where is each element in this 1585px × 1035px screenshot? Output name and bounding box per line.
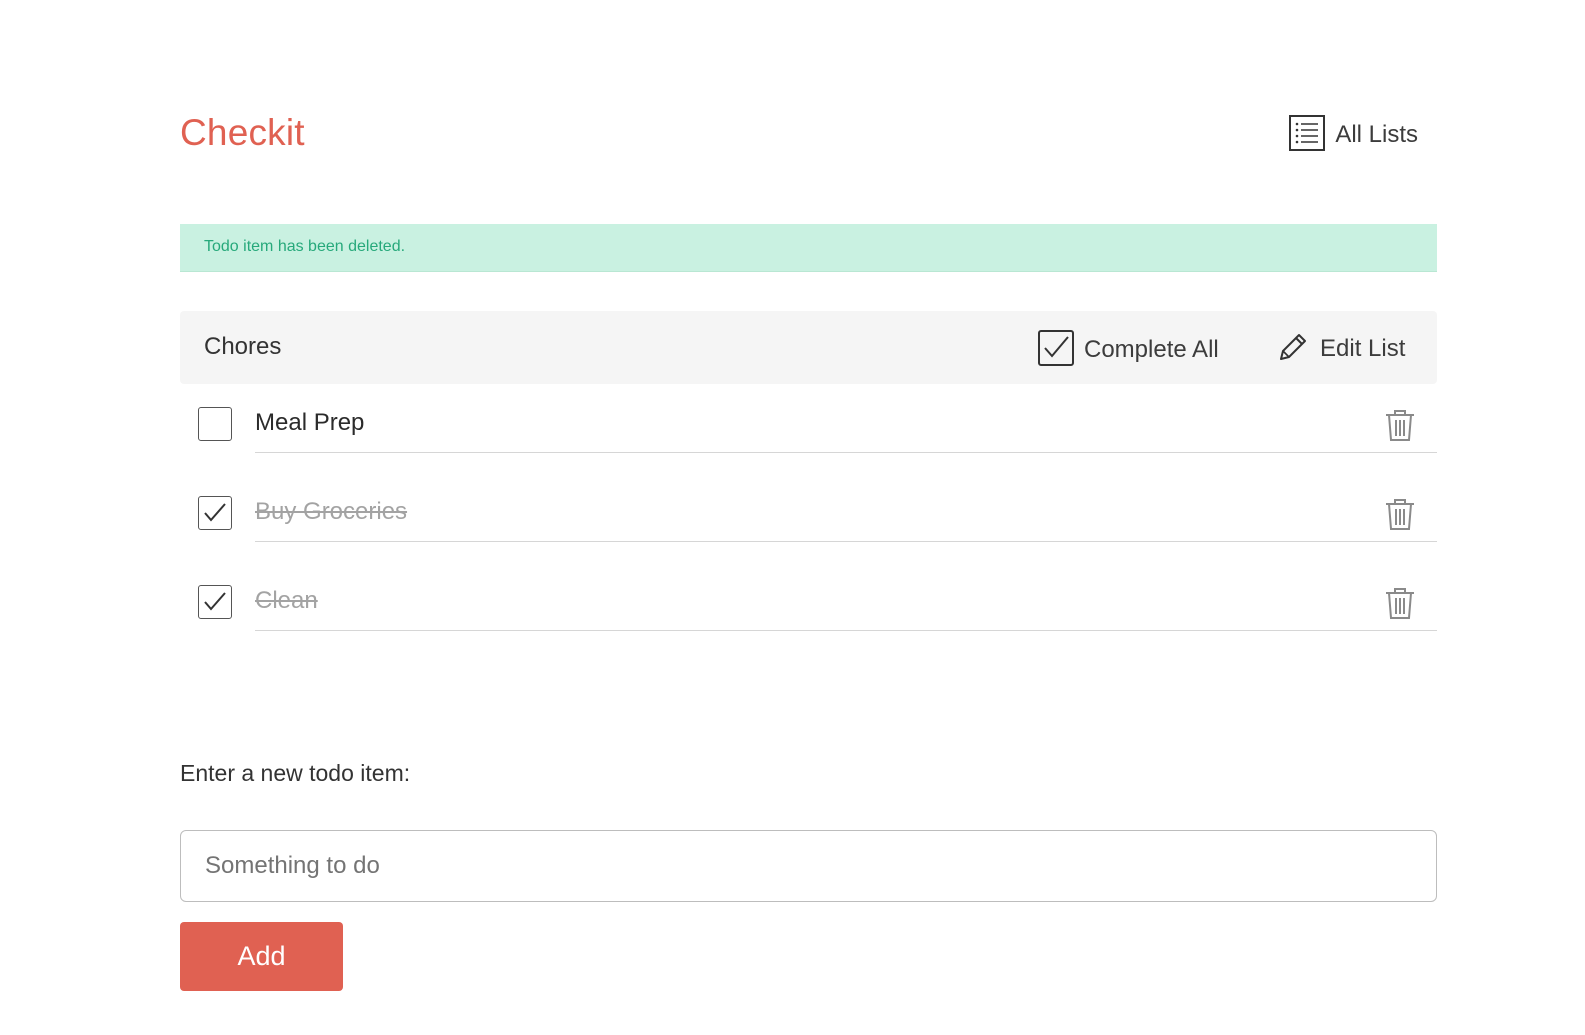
todo-item: Clean [180,583,1437,643]
trash-icon[interactable] [1385,587,1415,623]
checkmark-icon [204,592,226,611]
flash-message: Todo item has been deleted. [180,224,1437,272]
checkbox-checked-icon [1038,330,1074,370]
header: Checkit All Lists [180,108,1437,162]
todo-divider [255,630,1437,631]
brand-logo[interactable]: Checkit [180,108,305,158]
edit-list-button[interactable]: Edit List [1276,330,1405,368]
todo-item: Buy Groceries [180,494,1437,554]
todo-checkbox[interactable] [198,585,232,619]
all-lists-label: All Lists [1335,121,1418,148]
add-button[interactable]: Add [180,922,343,991]
complete-all-label: Complete All [1084,336,1219,363]
todo-divider [255,452,1437,453]
todo-item: Meal Prep [180,405,1437,465]
todo-divider [255,541,1437,542]
all-lists-link[interactable]: All Lists [1289,115,1418,155]
todo-checkbox[interactable] [198,407,232,441]
list-header: Chores Complete All Edit List [180,311,1437,384]
new-todo-label: Enter a new todo item: [180,760,411,786]
todo-title: Meal Prep [255,409,365,436]
new-todo-input[interactable] [180,830,1437,902]
todo-title: Clean [255,587,318,614]
pencil-icon [1276,330,1310,368]
todo-title: Buy Groceries [255,498,408,525]
checkmark-icon [204,503,226,522]
trash-icon[interactable] [1385,498,1415,534]
list-icon [1289,115,1326,155]
complete-all-button[interactable]: Complete All [1038,330,1219,370]
flash-message-text: Todo item has been deleted. [204,238,406,255]
list-title: Chores [204,333,282,360]
edit-list-label: Edit List [1320,335,1406,362]
trash-icon[interactable] [1385,409,1415,445]
todo-checkbox[interactable] [198,496,232,530]
